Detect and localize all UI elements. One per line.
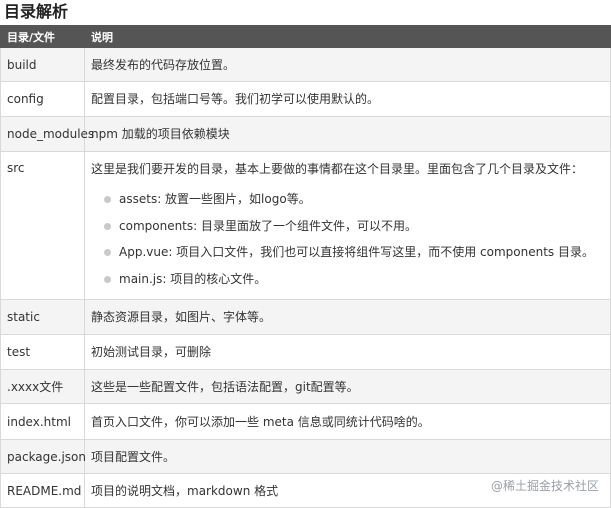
row-description: 首页入口文件，你可以添加一些 meta 信息或同统计代码啥的。 [84, 403, 611, 440]
list-item-text: assets: 放置一些图片，如logo等。 [119, 192, 311, 206]
list-item: App.vue: 项目入口文件，我们也可以直接将组件写这里，而不使用 compo… [101, 244, 604, 271]
page-title: 目录解析 [4, 2, 69, 21]
table-row: index.html 首页入口文件，你可以添加一些 meta 信息或同统计代码啥… [0, 403, 611, 440]
table-row: test 初始测试目录，可删除 [0, 334, 611, 370]
row-description: 项目配置文件。 [84, 439, 611, 474]
row-description: 静态资源目录，如图片、字体等。 [84, 299, 611, 335]
table-row: src 这里是我们要开发的目录，基本上要做的事情都在这个目录里。里面包含了几个目… [0, 151, 611, 300]
bullet-icon [104, 196, 111, 203]
row-name: src [0, 151, 85, 300]
list-item-text: main.js: 项目的核心文件。 [119, 271, 267, 286]
header-directory-file: 目录/文件 [0, 25, 85, 48]
table-row: config 配置目录，包括端口号等。我们初学可以使用默认的。 [0, 81, 611, 117]
row-name: .xxxx文件 [0, 369, 85, 404]
src-intro-text: 这里是我们要开发的目录，基本上要做的事情都在这个目录里。里面包含了几个目录及文件… [91, 162, 584, 176]
list-item-text: App.vue: 项目入口文件，我们也可以直接将组件写这里，而不使用 compo… [119, 245, 594, 259]
row-description: 初始测试目录，可删除 [84, 334, 611, 370]
row-name: config [0, 81, 85, 117]
list-item-text: components: 目录里面放了一个组件文件，可以不用。 [119, 218, 417, 233]
table-row: package.json 项目配置文件。 [0, 439, 611, 474]
bullet-icon [104, 249, 111, 256]
list-item: main.js: 项目的核心文件。 [101, 271, 604, 298]
table-row: .xxxx文件 这些是一些配置文件，包括语法配置，git配置等。 [0, 369, 611, 404]
row-description: npm 加载的项目依赖模块 [84, 116, 611, 152]
row-name: build [0, 47, 85, 82]
row-name: node_modules [0, 116, 94, 152]
row-name: README.md [0, 473, 85, 508]
row-description: 这些是一些配置文件，包括语法配置，git配置等。 [84, 369, 611, 404]
row-name: static [0, 299, 85, 335]
directory-table: 目录/文件 说明 build 最终发布的代码存放位置。 config 配置目录，… [0, 25, 611, 508]
watermark: @稀土掘金技术社区 [490, 479, 599, 493]
bullet-icon [104, 222, 111, 230]
row-description: 配置目录，包括端口号等。我们初学可以使用默认的。 [84, 81, 611, 117]
table-header-row: 目录/文件 说明 [0, 25, 611, 48]
src-contents-list: assets: 放置一些图片，如logo等。 components: 目录里面放… [91, 191, 604, 297]
header-description: 说明 [84, 25, 611, 48]
table-row: build 最终发布的代码存放位置。 [0, 47, 611, 82]
table-row: node_modules npm 加载的项目依赖模块 [0, 116, 611, 152]
row-description: 最终发布的代码存放位置。 [84, 47, 611, 82]
row-description: 这里是我们要开发的目录，基本上要做的事情都在这个目录里。里面包含了几个目录及文件… [84, 151, 611, 300]
list-item: assets: 放置一些图片，如logo等。 [101, 191, 604, 218]
list-item: components: 目录里面放了一个组件文件，可以不用。 [101, 218, 604, 245]
table-row: static 静态资源目录，如图片、字体等。 [0, 299, 611, 335]
bullet-icon [104, 275, 111, 283]
row-name: test [0, 334, 85, 370]
row-name: package.json [0, 439, 86, 474]
row-name: index.html [0, 403, 85, 440]
